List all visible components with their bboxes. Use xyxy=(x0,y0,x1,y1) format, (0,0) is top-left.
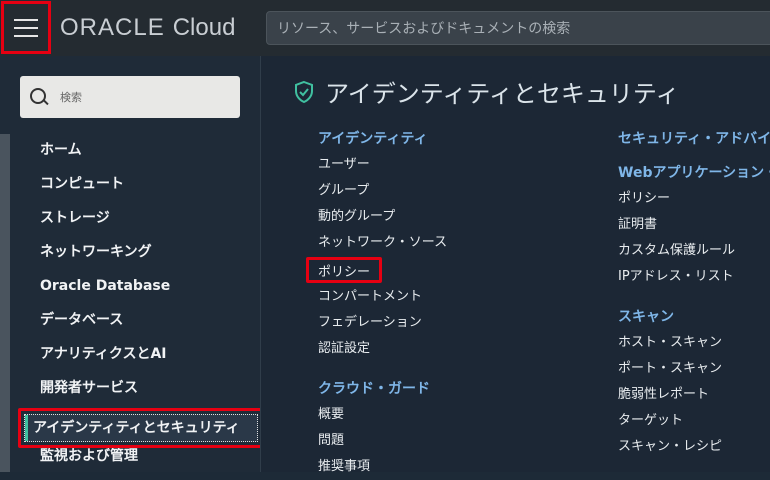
section-heading-security-advisor[interactable]: セキュリティ・アドバイザ xyxy=(618,126,770,152)
global-search-placeholder: リソース、サービスおよびドキュメントの検索 xyxy=(277,21,571,37)
top-bar: ORACLE Cloud リソース、サービスおよびドキュメントの検索 xyxy=(0,0,770,56)
link-vulnerability-reports[interactable]: 脆弱性レポート xyxy=(618,382,770,408)
nav-item-compute[interactable]: コンピュート xyxy=(26,172,260,206)
nav-item-analytics-ai[interactable]: アナリティクスとAI xyxy=(26,342,260,376)
section-heading-cloud-guard[interactable]: クラウド・ガード xyxy=(318,376,518,402)
link-network-sources[interactable]: ネットワーク・ソース xyxy=(318,230,518,256)
global-search-input[interactable]: リソース、サービスおよびドキュメントの検索 xyxy=(266,11,770,45)
nav-item-identity-security[interactable]: アイデンティティとセキュリティ xyxy=(18,408,264,448)
link-port-scans[interactable]: ポート・スキャン xyxy=(618,356,770,382)
link-ip-address-lists[interactable]: IPアドレス・リスト xyxy=(618,264,770,290)
nav-item-home[interactable]: ホーム xyxy=(26,138,260,172)
nav-search-placeholder: 検索 xyxy=(60,91,82,104)
link-scan-recipes[interactable]: スキャン・レシピ xyxy=(618,434,770,460)
menu-column-1: アイデンティティ ユーザー グループ 動的グループ ネットワーク・ソース ポリシ… xyxy=(306,126,518,480)
menu-line xyxy=(14,34,38,37)
link-authentication-settings[interactable]: 認証設定 xyxy=(318,336,518,362)
section-heading-scanning[interactable]: スキャン xyxy=(618,304,770,330)
link-policies[interactable]: ポリシー xyxy=(306,257,383,283)
shield-check-icon xyxy=(295,80,313,103)
link-federation[interactable]: フェデレーション xyxy=(318,310,518,336)
section-heading-waf[interactable]: Webアプリケーション・ファイアウォール xyxy=(618,160,770,186)
link-waf-policies[interactable]: ポリシー xyxy=(618,186,770,212)
section-heading-identity[interactable]: アイデンティティ xyxy=(318,126,518,152)
navigation-menu: 検索 ホーム コンピュート ストレージ ネットワーキング Oracle Data… xyxy=(0,56,264,472)
page-title: アイデンティティとセキュリティ xyxy=(325,80,680,108)
link-custom-protection-rules[interactable]: カスタム保護ルール xyxy=(618,238,770,264)
logo-brand: ORACLE xyxy=(60,14,165,41)
logo-product: Cloud xyxy=(172,14,236,41)
link-problems[interactable]: 問題 xyxy=(318,428,518,454)
link-recommendations[interactable]: 推奨事項 xyxy=(318,454,518,480)
nav-list: ホーム コンピュート ストレージ ネットワーキング Oracle Databas… xyxy=(18,138,264,478)
hamburger-menu-icon[interactable] xyxy=(1,1,51,54)
nav-item-developer-services[interactable]: 開発者サービス xyxy=(26,376,260,410)
main-panel: アイデンティティとセキュリティ アイデンティティ ユーザー グループ 動的グルー… xyxy=(260,56,770,474)
nav-item-databases[interactable]: データベース xyxy=(26,308,260,342)
nav-item-oracle-database[interactable]: Oracle Database xyxy=(26,274,260,308)
menu-line xyxy=(14,18,38,21)
link-dynamic-groups[interactable]: 動的グループ xyxy=(318,204,518,230)
page-header: アイデンティティとセキュリティ xyxy=(293,74,679,109)
nav-scrollbar[interactable] xyxy=(0,134,10,472)
link-certificates[interactable]: 証明書 xyxy=(618,212,770,238)
link-host-scans[interactable]: ホスト・スキャン xyxy=(618,330,770,356)
nav-item-storage[interactable]: ストレージ xyxy=(26,206,260,240)
menu-column-2: セキュリティ・アドバイザ Webアプリケーション・ファイアウォール ポリシー 証… xyxy=(618,126,770,460)
link-overview[interactable]: 概要 xyxy=(318,402,518,428)
nav-item-observability[interactable]: 監視および管理 xyxy=(26,444,260,478)
nav-item-networking[interactable]: ネットワーキング xyxy=(26,240,260,274)
link-targets[interactable]: ターゲット xyxy=(618,408,770,434)
link-compartments[interactable]: コンパートメント xyxy=(318,284,518,310)
link-users[interactable]: ユーザー xyxy=(318,152,518,178)
link-groups[interactable]: グループ xyxy=(318,178,518,204)
oracle-cloud-logo[interactable]: ORACLE Cloud xyxy=(60,14,235,42)
nav-item-identity-security-label: アイデンティティとセキュリティ xyxy=(24,414,258,442)
nav-search-input[interactable]: 検索 xyxy=(20,76,240,118)
menu-line xyxy=(14,26,38,29)
search-icon xyxy=(30,88,49,106)
